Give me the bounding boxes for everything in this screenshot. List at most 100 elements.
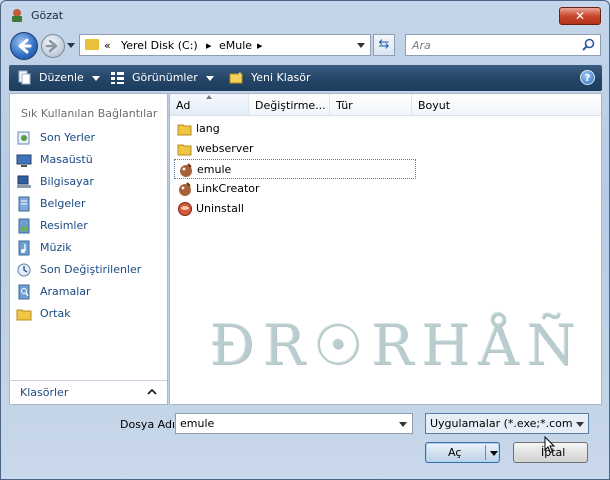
chevron-down-icon[interactable] — [399, 422, 407, 427]
nav-item-label: Masaüstü — [40, 153, 93, 166]
file-name: LinkCreator — [196, 182, 260, 195]
views-icon — [111, 72, 124, 84]
watermark-logo: ÐR☉RHÅÑ — [209, 313, 584, 378]
column-header-modified[interactable]: Değiştirme... — [249, 94, 330, 116]
open-button[interactable]: Aç — [425, 442, 500, 463]
file-name: webserver — [196, 142, 254, 155]
help-icon[interactable]: ? — [580, 70, 595, 85]
recent-places-icon — [17, 131, 30, 145]
nav-item-label: Resimler — [40, 219, 88, 232]
file-row-webserver[interactable]: webserver — [174, 139, 416, 159]
nav-item-searches[interactable]: Aramalar — [16, 282, 162, 302]
breadcrumb-separator[interactable]: ▸ — [206, 39, 212, 52]
open-options-dropdown[interactable] — [490, 451, 498, 456]
search-placeholder: Ara — [412, 39, 431, 52]
breadcrumb-emule[interactable]: eMule — [219, 39, 252, 52]
column-header-size[interactable]: Boyut — [412, 94, 601, 116]
nav-item-desktop[interactable]: Masaüstü — [16, 150, 162, 170]
split-divider — [485, 445, 486, 460]
title-bar[interactable]: Gözat ✕ — [1, 1, 609, 29]
folders-toggle[interactable]: Klasörler — [10, 380, 167, 404]
favorite-links-header: Sık Kullanılan Bağlantılar — [21, 107, 158, 120]
computer-icon — [17, 175, 31, 188]
refresh-icon: ⇆ — [378, 37, 390, 52]
nav-item-public[interactable]: Ortak — [16, 304, 162, 324]
column-header-label: Ad — [176, 99, 191, 112]
filename-label: Dosya Adı: — [120, 418, 179, 431]
chevron-down-icon — [91, 75, 100, 81]
search-box[interactable]: Ara — [405, 34, 601, 56]
file-row-linkcreator[interactable]: LinkCreator — [174, 179, 416, 199]
refresh-button[interactable]: ⇆ — [373, 34, 395, 56]
nav-item-recent-places[interactable]: Son Yerler — [16, 128, 162, 148]
breadcrumb-separator[interactable]: ▸ — [257, 39, 263, 52]
back-button[interactable] — [10, 32, 38, 60]
folder-icon — [177, 144, 192, 156]
forward-button[interactable] — [41, 34, 65, 58]
nav-item-label: Aramalar — [40, 285, 91, 298]
file-type-filter[interactable]: Uygulamalar (*.exe;*.com;*.ico) — [425, 413, 589, 434]
address-history-dropdown[interactable] — [357, 43, 365, 48]
file-row-emule[interactable]: emule — [174, 159, 416, 179]
chevron-up-icon — [147, 388, 157, 395]
folders-label: Klasörler — [20, 386, 69, 399]
navigation-pane: Sık Kullanılan Bağlantılar Son Yerler Ma… — [9, 93, 168, 405]
address-bar[interactable]: « Yerel Disk (C:) ▸ eMule ▸ — [79, 34, 371, 56]
arrow-right-icon — [45, 39, 58, 53]
nav-item-label: Son Değiştirilenler — [40, 263, 142, 276]
breadcrumb-local-disk[interactable]: Yerel Disk (C:) — [121, 39, 198, 52]
file-name: emule — [197, 163, 232, 176]
filename-value: emule — [180, 417, 215, 430]
column-header-type[interactable]: Tür — [330, 94, 412, 116]
emule-app-icon — [179, 182, 191, 196]
public-folder-icon — [16, 309, 32, 321]
app-icon — [12, 9, 22, 22]
command-bar: Düzenle Görünümler Yeni Klasör ? — [9, 65, 602, 91]
file-name: Uninstall — [196, 202, 244, 215]
nav-item-label: Ortak — [40, 307, 71, 320]
chevron-down-icon — [205, 75, 214, 81]
views-label: Görünümler — [132, 71, 198, 84]
search-icon[interactable] — [582, 38, 595, 51]
pictures-icon — [18, 218, 30, 234]
emule-app-icon — [180, 163, 192, 177]
nav-item-label: Son Yerler — [40, 131, 96, 144]
nav-item-computer[interactable]: Bilgisayar — [16, 172, 162, 192]
organize-menu[interactable]: Düzenle — [39, 71, 100, 84]
filename-field[interactable]: emule — [175, 413, 413, 434]
nav-item-documents[interactable]: Belgeler — [16, 194, 162, 214]
file-type-value: Uygulamalar (*.exe;*.com;*.ico) — [430, 417, 572, 430]
file-name: lang — [196, 122, 220, 135]
window-title: Gözat — [31, 9, 64, 22]
file-row-uninstall[interactable]: Uninstall — [174, 199, 416, 219]
address-overflow-chevron[interactable]: « — [104, 39, 111, 52]
sort-ascending-icon — [206, 95, 212, 99]
nav-item-recently-changed[interactable]: Son Değiştirilenler — [16, 260, 162, 280]
organize-label: Düzenle — [39, 71, 84, 84]
column-header-label: Tür — [336, 99, 353, 112]
new-folder-icon — [229, 71, 243, 84]
chevron-down-icon — [576, 422, 584, 427]
desktop-icon — [16, 154, 32, 167]
nav-item-label: Müzik — [40, 241, 72, 254]
file-open-dialog: Gözat ✕ « Yerel Disk (C:) ▸ eMule ▸ ⇆ Ar… — [0, 0, 610, 480]
music-icon — [18, 240, 30, 256]
recently-changed-icon — [17, 263, 31, 277]
uninstall-icon — [178, 202, 192, 216]
new-folder-button[interactable]: Yeni Klasör — [251, 71, 311, 84]
nav-item-label: Belgeler — [40, 197, 86, 210]
column-header-label: Boyut — [418, 99, 451, 112]
nav-item-pictures[interactable]: Resimler — [16, 216, 162, 236]
organize-icon — [18, 70, 31, 85]
views-menu[interactable]: Görünümler — [132, 71, 214, 84]
open-label: Aç — [448, 446, 462, 459]
nav-item-music[interactable]: Müzik — [16, 238, 162, 258]
file-row-lang[interactable]: lang — [174, 119, 416, 139]
nav-item-label: Bilgisayar — [40, 175, 94, 188]
folder-icon — [85, 39, 99, 50]
mouse-cursor-icon — [544, 436, 556, 454]
column-header-name[interactable]: Ad — [170, 94, 249, 116]
column-header-label: Değiştirme... — [255, 99, 326, 112]
recent-pages-dropdown[interactable] — [67, 43, 75, 48]
close-button[interactable]: ✕ — [559, 7, 601, 25]
